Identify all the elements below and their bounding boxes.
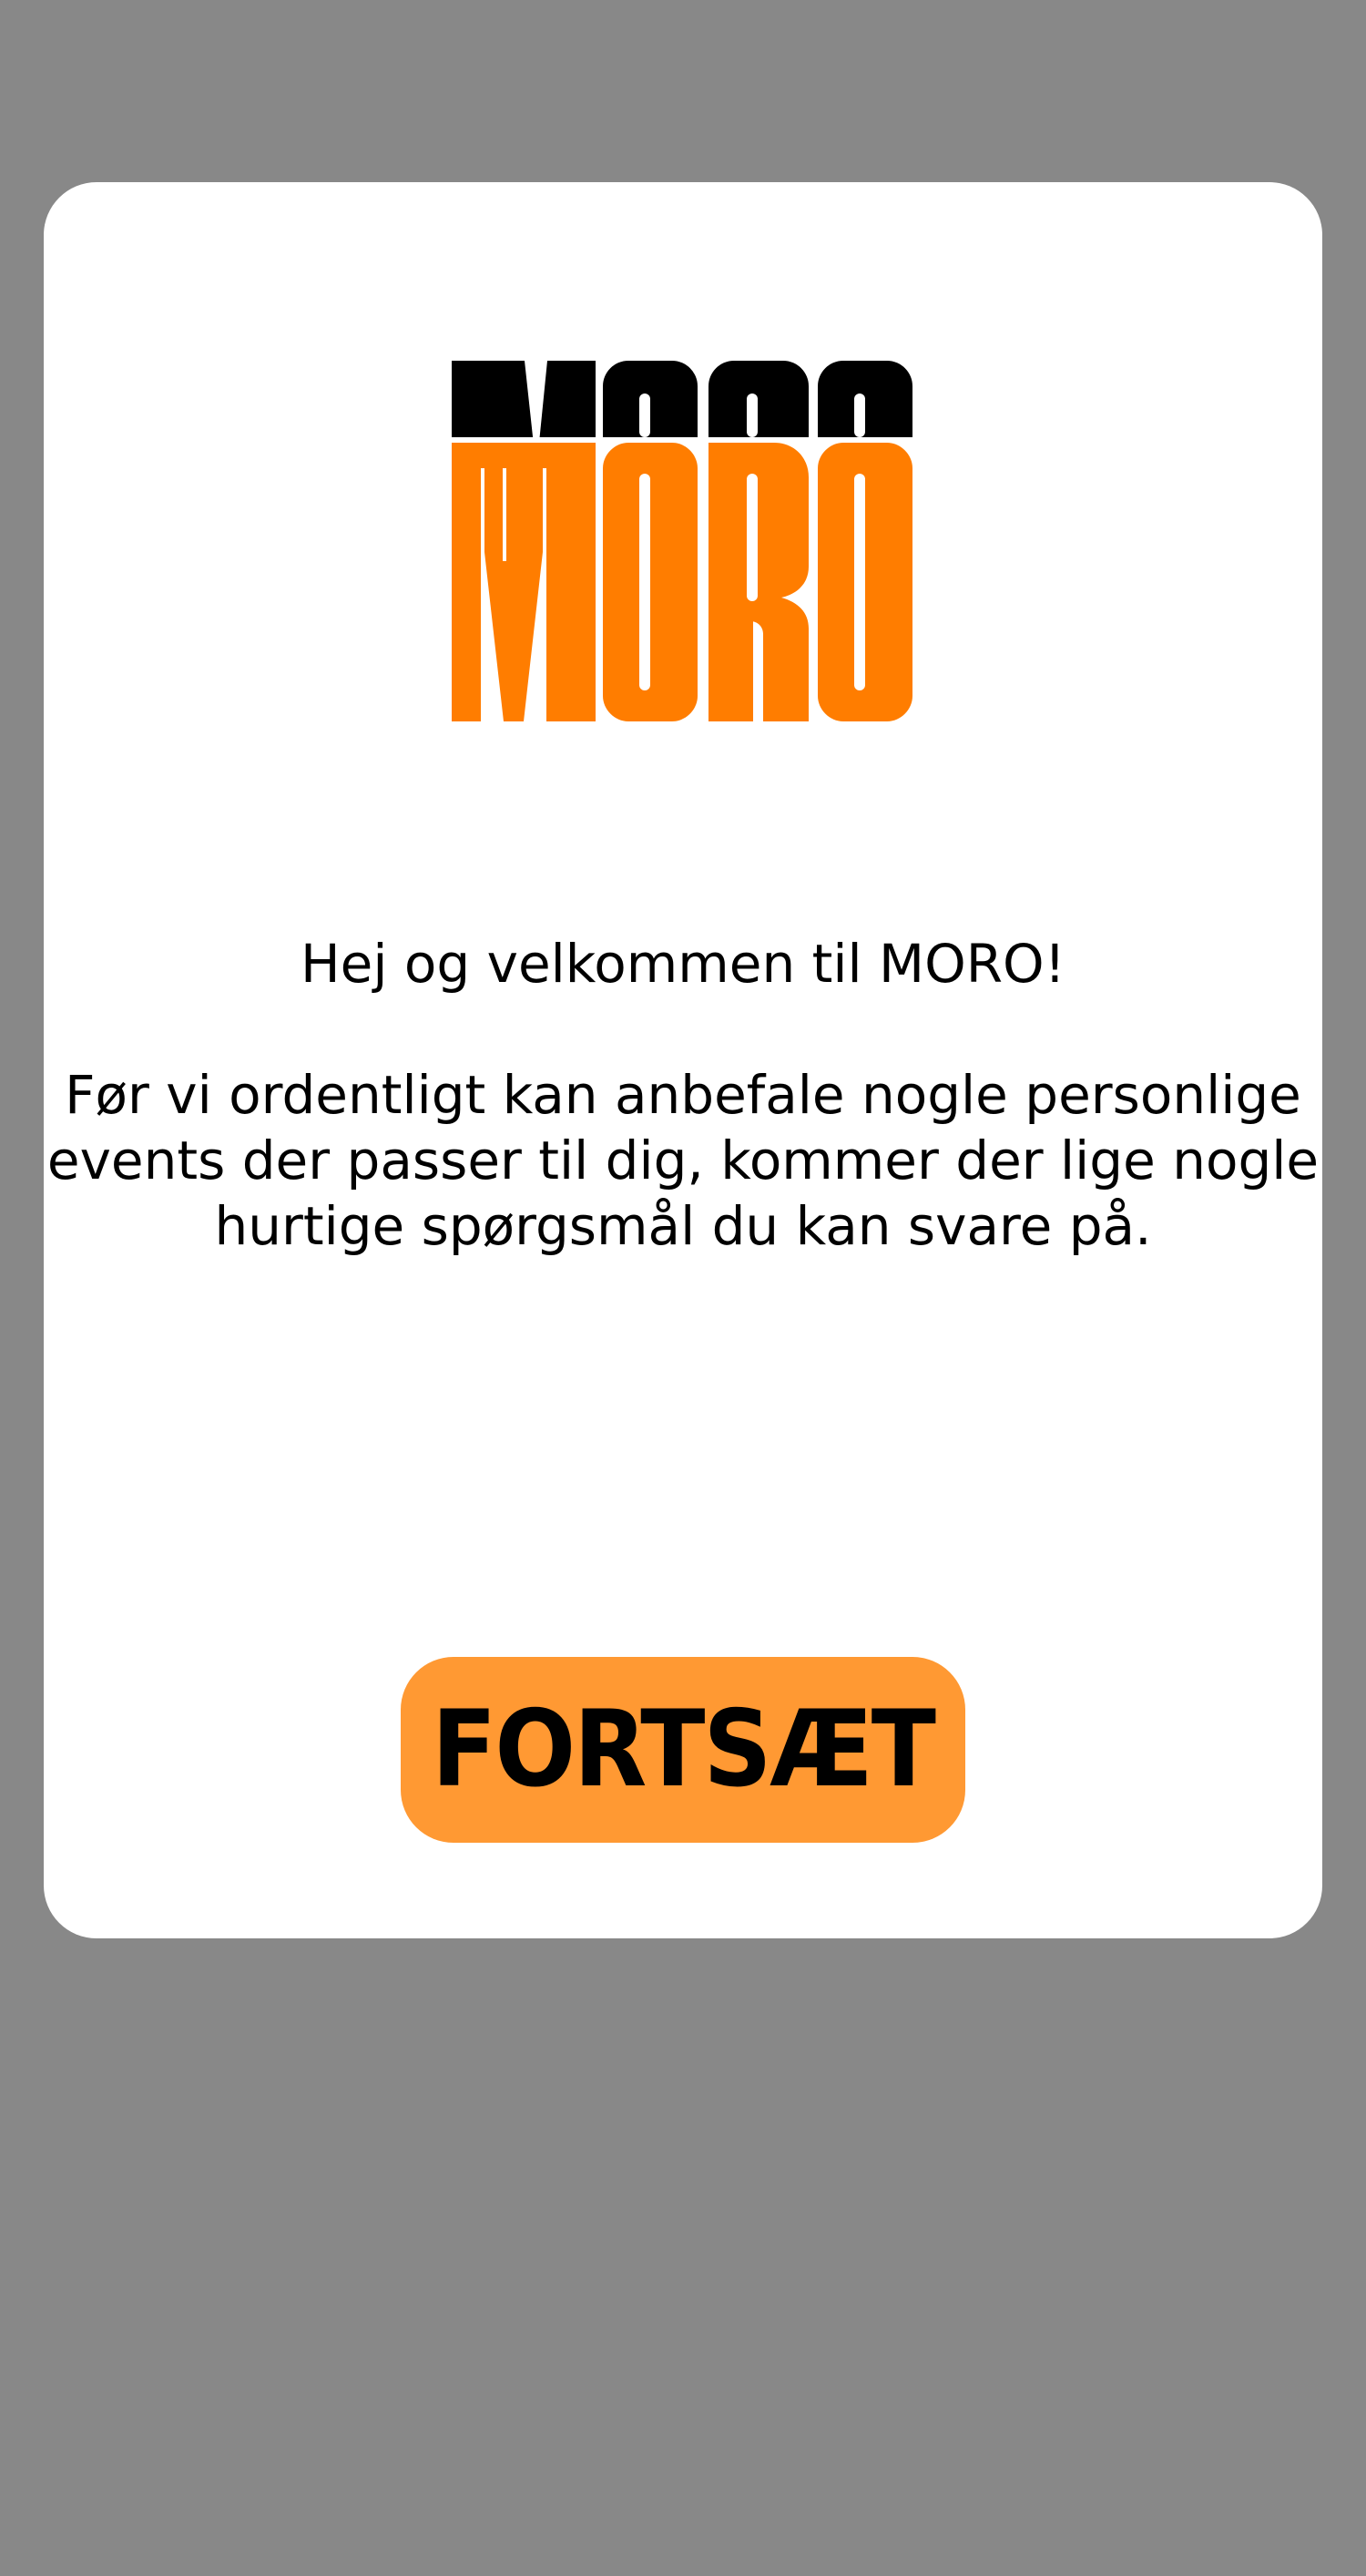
continue-button[interactable]: FORTSÆT [401,1657,965,1843]
intro-text: Før vi ordentligt kan anbefale nogle per… [46,1064,1320,1257]
welcome-card: Hej og velkommen til MORO! Før vi ordent… [44,182,1322,1938]
welcome-heading: Hej og velkommen til MORO! [301,933,1065,995]
moro-logo [452,361,912,721]
